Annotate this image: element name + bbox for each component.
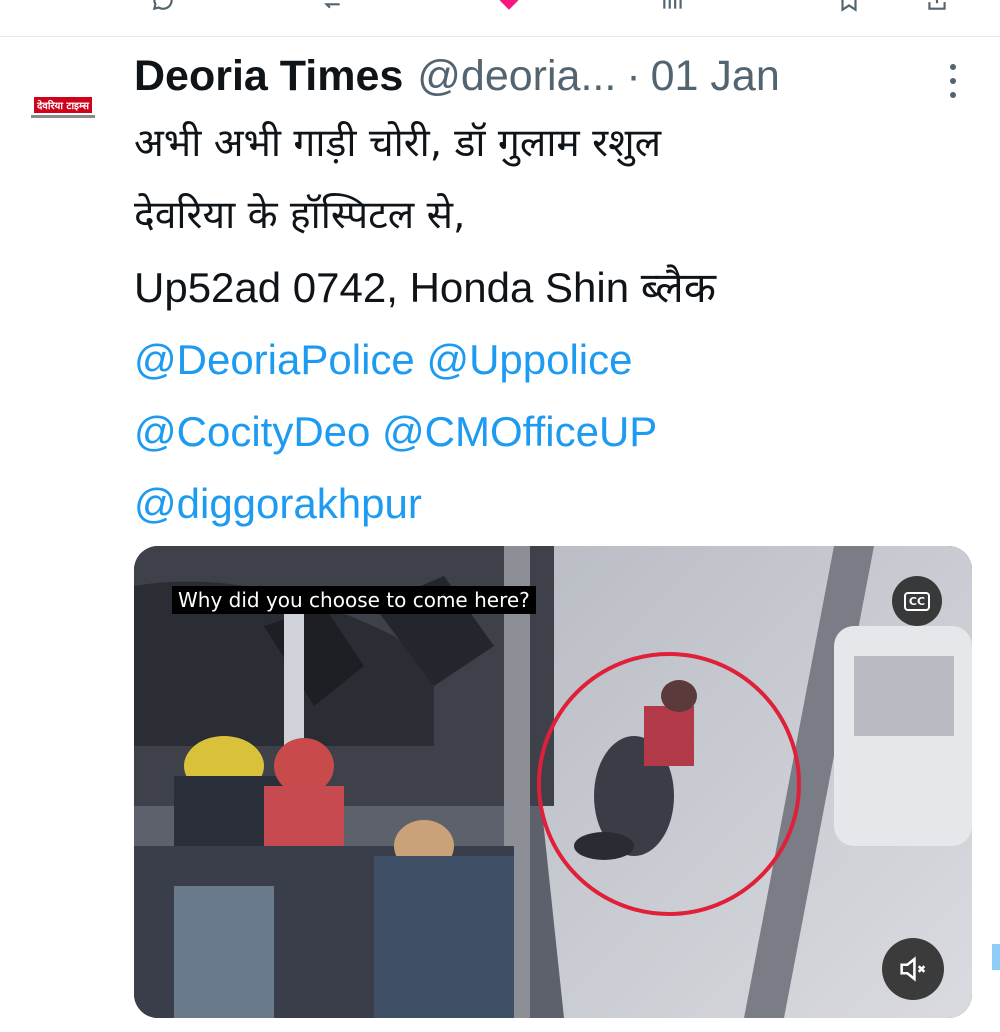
tweet-text-line: Up52ad 0742, Honda Shin ब्लैक [134,264,717,311]
tweet-action-bar-previous [0,0,1000,28]
reply-icon [152,0,173,11]
cctv-video-frame [134,546,972,1018]
tweet-divider [0,36,1000,37]
video-caption: Why did you choose to come here? [172,586,536,614]
heart-icon [499,0,519,10]
cc-icon: CC [903,591,931,611]
reply-button[interactable] [150,0,176,14]
mention-link[interactable]: @CMOfficeUP [382,408,657,455]
mentions-line: @DeoriaPolice @Uppolice [134,324,984,396]
closed-captions-button[interactable]: CC [892,576,942,626]
retweet-button[interactable] [318,0,344,14]
views-button[interactable] [660,0,686,14]
mention-link[interactable]: @diggorakhpur [134,480,422,527]
views-chart-icon [663,0,682,9]
tweet-text-line: देवरिया के हॉस्पिटल से, [134,193,466,238]
more-options-icon[interactable] [940,64,966,98]
mention-link[interactable]: @CocityDeo [134,408,370,455]
author-handle[interactable]: @deoria... [417,52,616,101]
header-separator: · [626,51,641,100]
mention-link[interactable]: @DeoriaPolice [134,336,415,383]
share-icon [928,0,946,10]
avatar[interactable]: देवरिया टाइम्स [24,78,102,136]
avatar-logo-text: देवरिया टाइम्स [34,96,92,113]
tweet-text: अभी अभी गाड़ी चोरी, डॉ गुलाम रशुल देवरिय… [134,108,984,540]
scroll-edge-indicator [992,944,1000,970]
author-name[interactable]: Deoria Times [134,52,403,101]
video-player[interactable]: Why did you choose to come here? CC [134,546,972,1018]
mentions-line: @diggorakhpur [134,468,984,540]
mentions-line: @CocityDeo @CMOfficeUP [134,396,984,468]
avatar-logo-underline [31,114,95,118]
speaker-muted-icon [900,956,926,982]
tweet-text-line: अभी अभी गाड़ी चोरी, डॉ गुलाम रशुल [134,121,662,166]
retweet-icon [324,3,340,9]
bookmark-button[interactable] [836,0,862,14]
share-button[interactable] [924,0,950,14]
avatar-logo: देवरिया टाइम्स [34,96,92,113]
mention-link[interactable]: @Uppolice [426,336,632,383]
mute-button[interactable] [882,938,944,1000]
tweet-header: Deoria Times @deoria... · 01 Jan [134,50,780,102]
like-button[interactable] [496,0,522,14]
bookmark-icon [841,0,857,12]
tweet-date[interactable]: 01 Jan [651,52,780,101]
